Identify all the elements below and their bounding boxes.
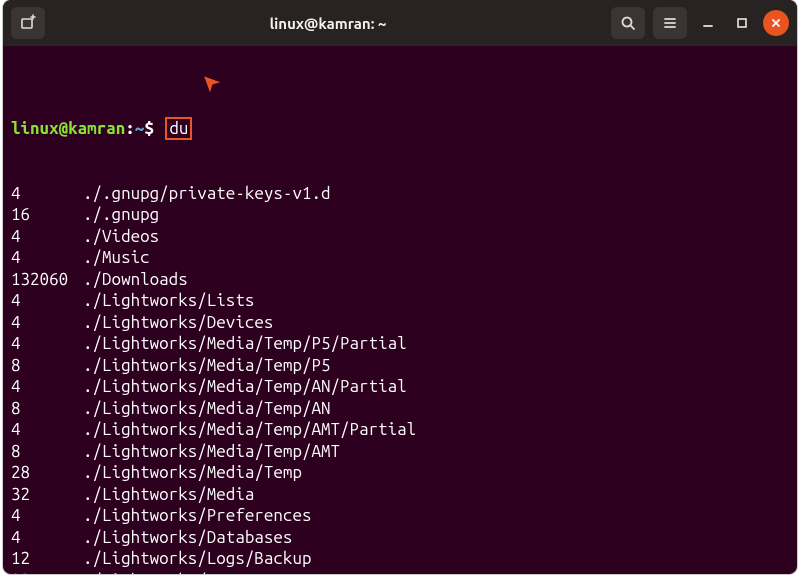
output-path: ./.gnupg [83,204,159,226]
output-row: 16./.gnupg [11,204,785,226]
output-row: 4./Lightworks/Preferences [11,505,785,527]
output-size: 8 [11,398,83,420]
output-size: 4 [11,183,83,205]
output-path: ./Music [83,247,150,269]
prompt-colon: : [125,119,135,138]
output-row: 4./Lightworks/Lists [11,290,785,312]
output-path: ./.gnupg/private-keys-v1.d [83,183,331,205]
search-button[interactable] [611,7,645,39]
highlighted-command: du [165,117,192,140]
output-path: ./Lightworks/Media/Temp/AMT/Partial [83,419,416,441]
maximize-button[interactable] [729,10,755,36]
output-row: 4./Lightworks/Media/Temp/AMT/Partial [11,419,785,441]
output-size: 4 [11,226,83,248]
window-title: linux@kamran: ~ [45,15,611,32]
output-size: 32 [11,484,83,506]
output-path: ./Lightworks/Logs/Backup [83,548,311,570]
minimize-button[interactable] [695,10,721,36]
output-size: 4 [11,290,83,312]
output-size: 16 [11,204,83,226]
command-text: du [169,119,188,138]
titlebar: linux@kamran: ~ [3,0,797,46]
output-row: 4./Lightworks/Media/Temp/AN/Partial [11,376,785,398]
output-path: ./Lightworks/Devices [83,312,273,334]
terminal-body[interactable]: ➤ linux@kamran:~$ du 4./.gnupg/private-k… [3,46,797,574]
new-tab-button[interactable] [11,7,45,39]
output-row: 12./Lightworks/Logs/Backup [11,548,785,570]
output-size: 4 [11,247,83,269]
output-size: 4 [11,527,83,549]
prompt-dollar: $ [144,119,154,138]
annotation-arrow-icon: ➤ [196,66,225,95]
terminal-window: linux@kamran: ~ [3,0,797,574]
output-row: 32./Lightworks/Media [11,484,785,506]
output-size: 8 [11,441,83,463]
output-size: 32 [11,570,83,575]
output-path: ./Lightworks/Lists [83,290,254,312]
output-size: 4 [11,312,83,334]
output-row: 28./Lightworks/Media/Temp [11,462,785,484]
prompt-line: linux@kamran:~$ du [11,117,785,140]
output-size: 4 [11,333,83,355]
output-row: 132060./Downloads [11,269,785,291]
output-path: ./Videos [83,226,159,248]
output-size: 4 [11,419,83,441]
output-size: 12 [11,548,83,570]
command-output: 4./.gnupg/private-keys-v1.d16./.gnupg4./… [11,183,785,575]
output-path: ./Lightworks/Databases [83,527,292,549]
output-row: 4./Lightworks/Media/Temp/P5/Partial [11,333,785,355]
close-button[interactable] [763,10,789,36]
output-path: ./Lightworks/Media/Temp/AN/Partial [83,376,407,398]
output-row: 8./Lightworks/Media/Temp/AN [11,398,785,420]
hamburger-menu-button[interactable] [653,7,687,39]
output-path: ./Downloads [83,269,188,291]
output-row: 8./Lightworks/Media/Temp/AMT [11,441,785,463]
output-size: 28 [11,462,83,484]
output-path: ./Lightworks/Preferences [83,505,311,527]
output-size: 4 [11,505,83,527]
output-row: 4./.gnupg/private-keys-v1.d [11,183,785,205]
prompt-path: ~ [135,119,145,138]
output-path: ./Lightworks/Media/Temp/P5/Partial [83,333,407,355]
output-size: 4 [11,376,83,398]
output-row: 4./Music [11,247,785,269]
output-path: ./Lightworks/Media/Temp/AMT [83,441,340,463]
output-path: ./Lightworks/Media/Temp/AN [83,398,331,420]
output-path: ./Lightworks/Media [83,484,254,506]
output-size: 8 [11,355,83,377]
output-row: 32./Lightworks/Logs [11,570,785,575]
output-row: 8./Lightworks/Media/Temp/P5 [11,355,785,377]
output-path: ./Lightworks/Media/Temp [83,462,302,484]
output-row: 4./Lightworks/Devices [11,312,785,334]
output-size: 132060 [11,269,83,291]
output-path: ./Lightworks/Logs [83,570,245,575]
output-row: 4./Videos [11,226,785,248]
output-path: ./Lightworks/Media/Temp/P5 [83,355,331,377]
prompt-user-host: linux@kamran [11,119,125,138]
output-row: 4./Lightworks/Databases [11,527,785,549]
